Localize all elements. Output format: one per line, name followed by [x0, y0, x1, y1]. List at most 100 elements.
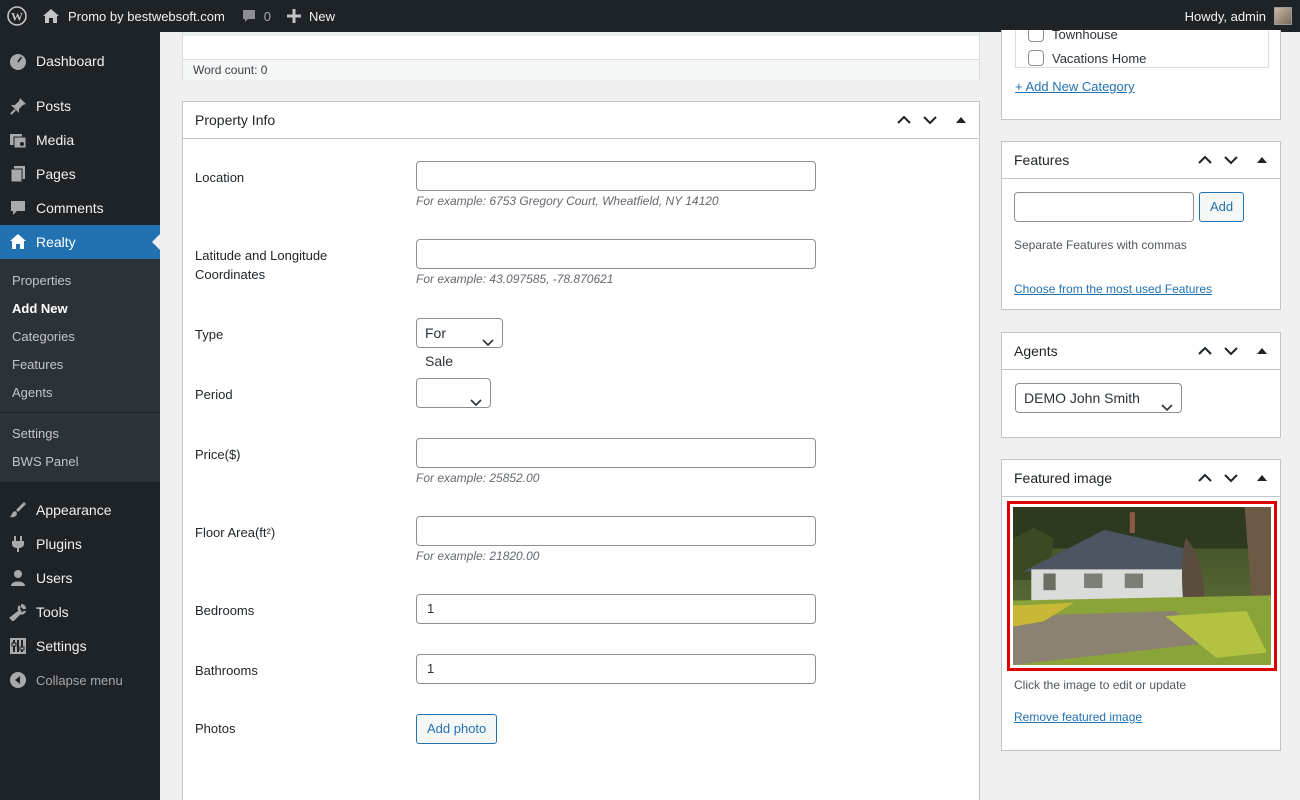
- period-select[interactable]: [416, 378, 491, 408]
- coordinates-hint: For example: 43.097585, -78.870621: [416, 272, 614, 286]
- menu-pages[interactable]: Pages: [0, 157, 160, 191]
- comment-icon: [8, 198, 28, 218]
- bedrooms-input[interactable]: 1: [416, 594, 816, 624]
- move-down-icon[interactable]: [1218, 333, 1244, 369]
- submenu-settings[interactable]: Settings: [0, 419, 160, 447]
- avatar: [1274, 7, 1292, 25]
- toggle-panel-icon[interactable]: [1244, 142, 1280, 178]
- property-info-title: Property Info: [195, 112, 276, 128]
- category-label: Vacations Home: [1052, 50, 1147, 66]
- plugin-icon: [8, 534, 28, 554]
- new-content-link[interactable]: New: [279, 0, 343, 32]
- submenu-categories[interactable]: Categories: [0, 322, 160, 350]
- toggle-panel-icon[interactable]: [943, 102, 979, 138]
- bathrooms-label: Bathrooms: [195, 663, 258, 678]
- menu-label: Settings: [36, 638, 87, 654]
- howdy-text: Howdy, admin: [1184, 8, 1266, 24]
- menu-plugins[interactable]: Plugins: [0, 527, 160, 561]
- move-up-icon[interactable]: [1192, 333, 1218, 369]
- menu-comments[interactable]: Comments: [0, 191, 160, 225]
- menu-tools[interactable]: Tools: [0, 595, 160, 629]
- price-hint: For example: 25852.00: [416, 471, 540, 485]
- menu-label: Realty: [36, 234, 76, 250]
- toggle-panel-icon[interactable]: [1244, 333, 1280, 369]
- floor-area-label: Floor Area(ft²): [195, 525, 276, 540]
- features-box: Features Add Separate Features with comm…: [1001, 141, 1281, 310]
- featured-image-header: Featured image: [1002, 460, 1280, 497]
- my-account-link[interactable]: Howdy, admin: [1177, 0, 1300, 32]
- move-down-icon[interactable]: [1218, 142, 1244, 178]
- move-up-icon[interactable]: [1192, 460, 1218, 496]
- chevron-down-icon: [482, 328, 494, 356]
- category-checklist: Townhouse Vacations Home: [1015, 30, 1269, 68]
- checkbox[interactable]: [1028, 30, 1044, 42]
- menu-label: Users: [36, 570, 73, 586]
- category-item-vacations-home[interactable]: Vacations Home: [1016, 46, 1268, 67]
- admin-bar: W Promo by bestwebsoft.com 0 New Howdy, …: [0, 0, 1300, 32]
- featured-image-thumbnail[interactable]: [1013, 507, 1271, 665]
- menu-appearance[interactable]: Appearance: [0, 493, 160, 527]
- submenu-properties[interactable]: Properties: [0, 266, 160, 294]
- move-up-icon[interactable]: [891, 102, 917, 138]
- menu-users[interactable]: Users: [0, 561, 160, 595]
- collapse-icon: [8, 670, 28, 690]
- menu-label: Tools: [36, 604, 69, 620]
- submenu-features[interactable]: Features: [0, 350, 160, 378]
- move-up-icon[interactable]: [1192, 142, 1218, 178]
- location-input[interactable]: [416, 161, 816, 191]
- menu-label: Plugins: [36, 536, 82, 552]
- menu-label: Dashboard: [36, 53, 105, 69]
- admin-sidebar: Dashboard Posts Media Pages Comments Rea…: [0, 32, 160, 800]
- submenu-add-new[interactable]: Add New: [0, 294, 160, 322]
- site-name-link[interactable]: Promo by bestwebsoft.com: [34, 0, 233, 32]
- pages-icon: [8, 164, 28, 184]
- coordinates-input[interactable]: [416, 239, 816, 269]
- realty-submenu: Properties Add New Categories Features A…: [0, 259, 160, 482]
- menu-label: Posts: [36, 98, 72, 114]
- menu-posts[interactable]: Posts: [0, 89, 160, 123]
- menu-label: Collapse menu: [36, 672, 123, 688]
- features-input[interactable]: [1014, 192, 1194, 222]
- add-photo-button[interactable]: Add photo: [416, 714, 498, 744]
- move-down-icon[interactable]: [917, 102, 943, 138]
- agents-box: Agents DEMO John Smith: [1001, 332, 1281, 438]
- collapse-menu-button[interactable]: Collapse menu: [0, 663, 160, 697]
- wordpress-logo-icon[interactable]: W: [0, 0, 34, 32]
- price-input[interactable]: [416, 438, 816, 468]
- menu-dashboard[interactable]: Dashboard: [0, 44, 160, 78]
- floor-area-hint: For example: 21820.00: [416, 549, 540, 563]
- features-help: Separate Features with commas: [1014, 238, 1187, 252]
- floor-area-input[interactable]: [416, 516, 816, 546]
- bathrooms-input[interactable]: 1: [416, 654, 816, 684]
- featured-image-title: Featured image: [1014, 470, 1113, 486]
- svg-text:W: W: [11, 10, 23, 24]
- pin-icon: [8, 96, 28, 116]
- agents-title: Agents: [1014, 343, 1058, 359]
- features-header: Features: [1002, 142, 1280, 179]
- choose-features-link[interactable]: Choose from the most used Features: [1014, 282, 1212, 296]
- add-new-category-link[interactable]: + Add New Category: [1015, 79, 1135, 94]
- type-label: Type: [195, 327, 224, 342]
- type-select[interactable]: For Sale: [416, 318, 503, 369]
- dashboard-icon: [8, 51, 28, 71]
- media-icon: [8, 130, 28, 150]
- category-label: Townhouse: [1052, 30, 1118, 42]
- submenu-bws-panel[interactable]: BWS Panel: [0, 447, 160, 475]
- wrench-icon: [8, 602, 28, 622]
- submenu-agents[interactable]: Agents: [0, 378, 160, 406]
- location-hint: For example: 6753 Gregory Court, Wheatfi…: [416, 194, 719, 208]
- menu-label: Comments: [36, 200, 104, 216]
- comments-link[interactable]: 0: [233, 0, 279, 32]
- comment-icon: [241, 8, 257, 24]
- checkbox[interactable]: [1028, 50, 1044, 66]
- move-down-icon[interactable]: [1218, 460, 1244, 496]
- menu-realty[interactable]: Realty: [0, 225, 160, 259]
- add-feature-button[interactable]: Add: [1199, 192, 1245, 222]
- agent-select[interactable]: DEMO John Smith: [1015, 383, 1182, 413]
- remove-featured-image-link[interactable]: Remove featured image: [1014, 710, 1142, 724]
- category-item-townhouse[interactable]: Townhouse: [1016, 30, 1268, 46]
- menu-media[interactable]: Media: [0, 123, 160, 157]
- toggle-panel-icon[interactable]: [1244, 460, 1280, 496]
- menu-settings[interactable]: Settings: [0, 629, 160, 663]
- price-label: Price($): [195, 447, 241, 462]
